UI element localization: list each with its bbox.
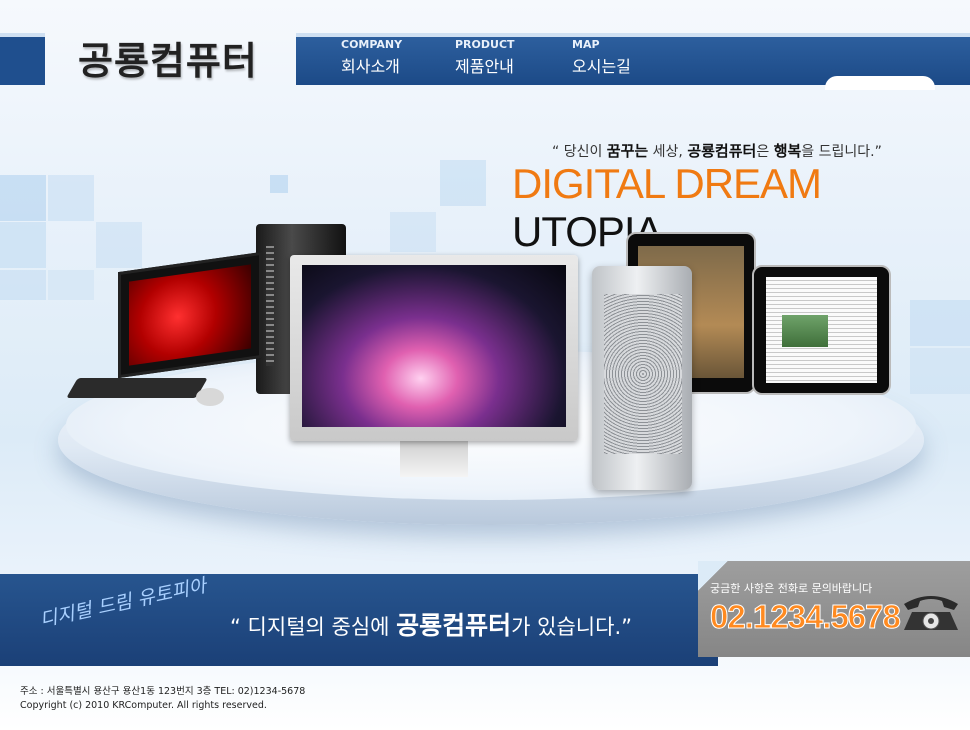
telephone-icon — [904, 596, 958, 630]
headline-orange: DIGITAL DREAM — [512, 160, 822, 207]
slogan-text: 을 드립니다.” — [801, 144, 882, 160]
nav-item-company[interactable]: COMPANY 회사소개 — [341, 37, 402, 77]
contact-phone-number[interactable]: 02.1234.5678 — [710, 598, 902, 636]
decor-square — [48, 270, 94, 300]
red-monitor-icon — [118, 251, 262, 379]
hero-slogan: “ 당신이 꿈꾸는 세상, 공룡컴퓨터은 행복을 드립니다.” — [552, 140, 882, 161]
decor-square — [270, 175, 288, 193]
footer-address: 주소 : 서울특별시 용산구 용산1동 123번지 3층 TEL: 02)123… — [20, 686, 306, 697]
nav-item-en-label: MAP — [572, 38, 600, 51]
decor-square — [440, 160, 486, 206]
nav-item-ko-label: 오시는길 — [572, 57, 631, 76]
decor-square — [48, 175, 94, 221]
banner-quote-text: 가 있습니다.” — [511, 615, 633, 639]
site-logo[interactable]: 공룡컴퓨터 — [78, 30, 258, 85]
header-left-bar — [0, 33, 45, 85]
decor-square — [910, 348, 970, 394]
nav-item-product[interactable]: PRODUCT 제품안내 — [455, 37, 515, 77]
nav-white-tab — [825, 76, 935, 90]
nav-item-en-label: COMPANY — [341, 38, 403, 51]
banner-quote-brand: 공룡컴퓨터 — [396, 611, 512, 640]
mac-pro-grill — [604, 294, 682, 454]
nav-item-en-label: PRODUCT — [455, 38, 515, 51]
mac-pro-tower-icon — [592, 266, 692, 490]
decor-square — [910, 300, 970, 346]
nav-item-ko-label: 제품안내 — [455, 57, 514, 76]
banner-quote: “ 디지털의 중심에 공룡컴퓨터가 있습니다.” — [230, 606, 632, 642]
decor-square — [96, 222, 142, 268]
slogan-text: 세상, — [648, 144, 688, 160]
large-monitor-screen — [302, 265, 566, 427]
decor-square — [390, 212, 436, 252]
footer-copyright: Copyright (c) 2010 KRComputer. All right… — [20, 700, 267, 711]
slogan-emphasis: 행복 — [773, 142, 802, 160]
keyboard-icon — [66, 378, 208, 398]
slogan-text: 은 — [756, 144, 774, 160]
contact-label: 궁금한 사항은 전화로 문의바랍니다 — [710, 582, 873, 595]
decor-square — [0, 222, 46, 268]
mouse-icon — [196, 388, 224, 406]
slogan-emphasis: 공룡컴퓨터 — [687, 142, 757, 160]
page-stage: 공룡컴퓨터 COMPANY 회사소개 PRODUCT 제품안내 MAP 오시는길… — [0, 0, 970, 730]
slogan-emphasis: 꿈꾸는 — [606, 142, 649, 160]
large-monitor-icon — [290, 255, 578, 441]
nav-item-ko-label: 회사소개 — [341, 57, 400, 76]
newspaper-photo — [782, 315, 828, 347]
slogan-text: “ 당신이 — [552, 144, 607, 160]
monitor-stand — [400, 441, 468, 477]
nav-item-map[interactable]: MAP 오시는길 — [572, 37, 631, 77]
site-footer: 주소 : 서울특별시 용산구 용산1동 123번지 3층 TEL: 02)123… — [20, 685, 305, 713]
banner-quote-text: “ 디지털의 중심에 — [230, 615, 397, 639]
decor-square — [0, 270, 46, 300]
tablet-newspaper-icon — [752, 265, 891, 395]
decor-square — [0, 175, 46, 221]
red-monitor-screen — [129, 264, 251, 366]
